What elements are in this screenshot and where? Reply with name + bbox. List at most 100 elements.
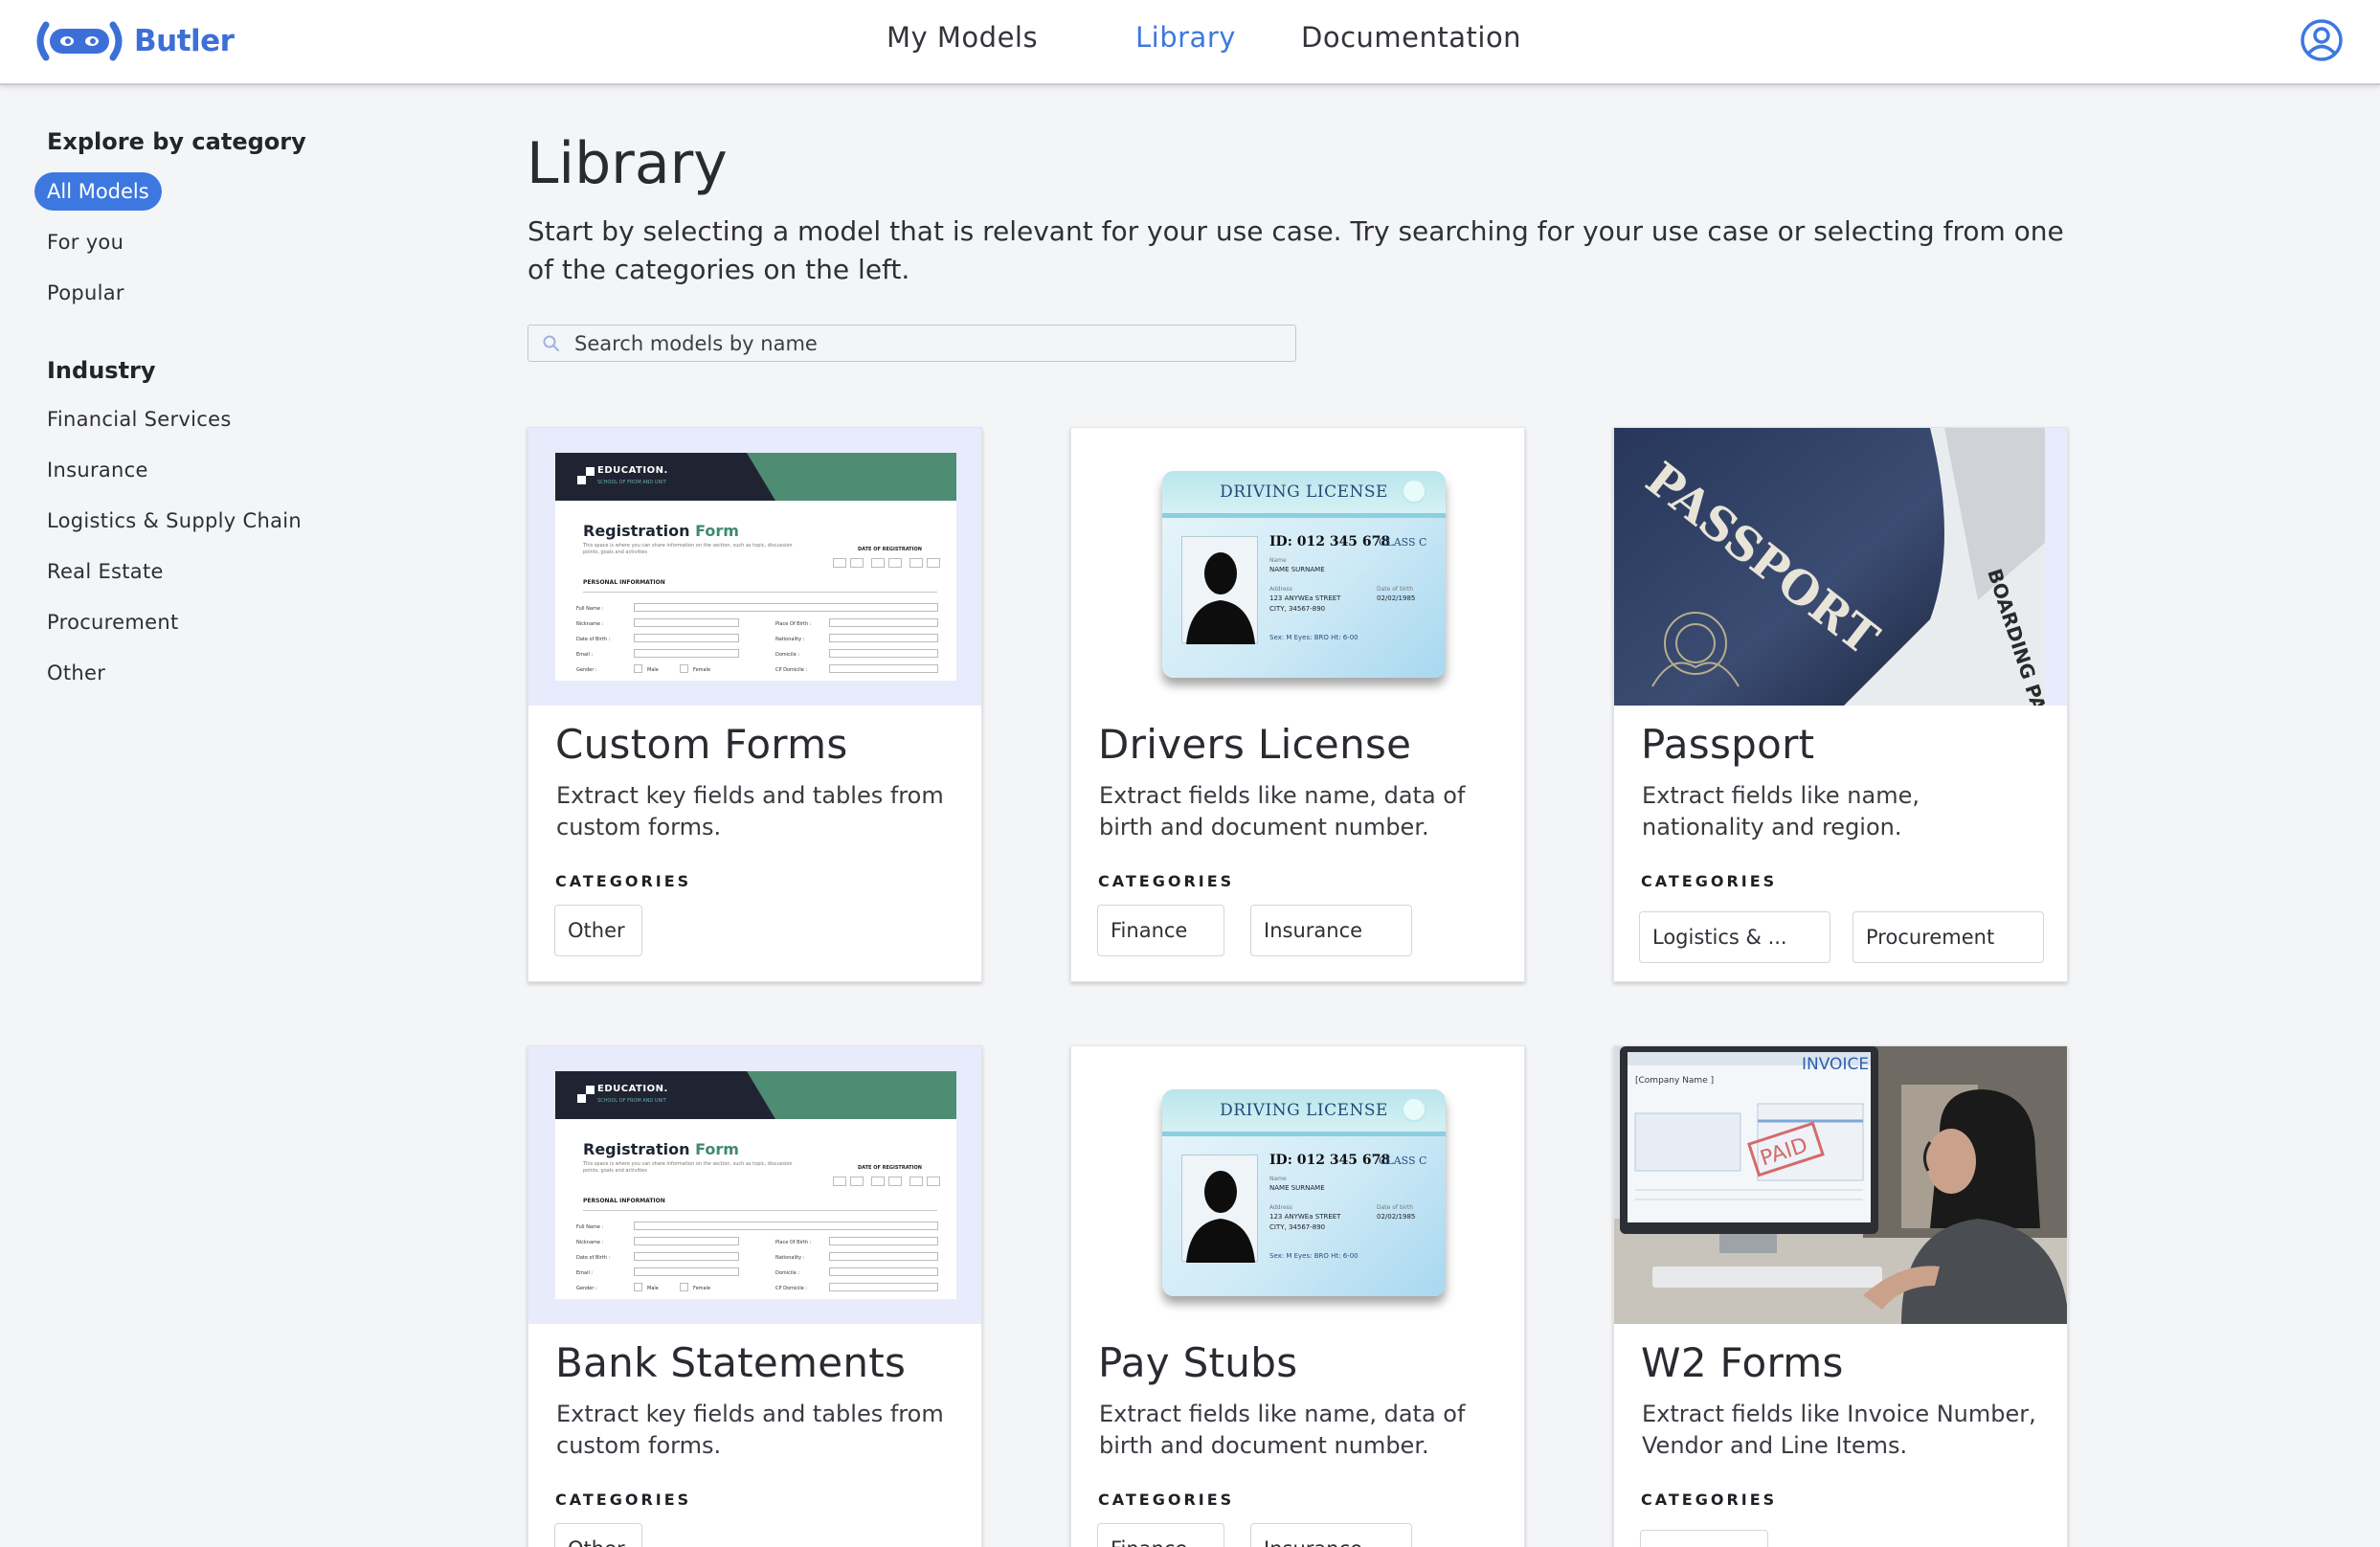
date-box: [888, 1177, 902, 1186]
field-box: [829, 649, 938, 658]
category-tag[interactable]: Finance: [1097, 905, 1224, 956]
butler-logo-icon: [36, 21, 123, 61]
model-card-pay-stubs[interactable]: DRIVING LICENSE ID: 012 345 678 CLASS C …: [1070, 1045, 1525, 1547]
license-seal-icon: [1402, 1097, 1426, 1122]
category-tag[interactable]: Insurance: [1250, 905, 1412, 956]
field-label: Nationality :: [775, 637, 805, 642]
sidebar-item-procurement[interactable]: Procurement: [47, 611, 178, 634]
form-section-title: PERSONAL INFORMATION: [583, 579, 665, 586]
nav-my-models[interactable]: My Models: [887, 21, 1038, 54]
section-divider: [583, 1210, 937, 1211]
option-label: Female: [693, 1286, 711, 1291]
license-address-2: CITY, 34567-890: [1269, 605, 1326, 613]
search-input[interactable]: [574, 331, 1283, 355]
form-title: Registration Form: [583, 522, 739, 540]
sidebar-item-logistics[interactable]: Logistics & Supply Chain: [47, 509, 302, 532]
category-tag[interactable]: Other: [554, 905, 642, 956]
option-label: Female: [693, 667, 711, 673]
sidebar-item-insurance[interactable]: Insurance: [47, 459, 148, 482]
date-box: [833, 558, 846, 568]
invoice-desk-photo: [Company Name ] INVOICE PAID: [1614, 1046, 2067, 1324]
checkbox-box: [680, 1283, 688, 1291]
nav-documentation[interactable]: Documentation: [1301, 21, 1521, 54]
category-tag[interactable]: Logistics & ...: [1639, 911, 1830, 963]
license-dob-label: Date of birth: [1377, 1204, 1414, 1211]
nav-library[interactable]: Library: [1135, 21, 1236, 54]
field-label: CP Domicile :: [775, 1286, 808, 1291]
section-divider: [583, 592, 937, 593]
model-card-bank-statements[interactable]: EDUCATION. SCHOOL OF FROM AND UNIT Regis…: [528, 1045, 982, 1547]
field-box: [829, 634, 938, 642]
field-label: Nickname :: [576, 1240, 604, 1245]
sidebar-item-all-models[interactable]: All Models: [34, 172, 162, 211]
account-button[interactable]: [2299, 17, 2345, 63]
category-tag[interactable]: Other: [554, 1523, 642, 1547]
card-description: Extract fields like name, nationality an…: [1642, 782, 1920, 841]
date-box: [850, 558, 864, 568]
field-box: [829, 618, 938, 627]
field-label: Date of Birth :: [576, 1255, 611, 1261]
card-description: Extract fields like Invoice Number, Vend…: [1642, 1401, 2036, 1459]
card-title: Drivers License: [1098, 721, 1412, 768]
model-card-w2-forms[interactable]: [Company Name ] INVOICE PAID W2 Forms Ex…: [1613, 1045, 2068, 1547]
driving-license-thumbnail: DRIVING LICENSE ID: 012 345 678 CLASS C …: [1162, 1089, 1446, 1296]
field-label: Full Name :: [576, 1224, 604, 1230]
sidebar-item-other[interactable]: Other: [47, 661, 105, 684]
form-header-subtitle: SCHOOL OF FROM AND UNIT: [597, 480, 666, 485]
date-box: [871, 558, 885, 568]
form-date-label: DATE OF REGISTRATION: [858, 1165, 922, 1171]
field-box: [829, 1252, 938, 1261]
model-card-custom-forms[interactable]: EDUCATION. SCHOOL OF FROM AND UNIT Regis…: [528, 427, 982, 982]
license-address-2: CITY, 34567-890: [1269, 1223, 1326, 1231]
field-label: Place Of Birth :: [775, 1240, 812, 1245]
license-strip: [1162, 1132, 1446, 1136]
card-title: Custom Forms: [555, 721, 848, 768]
sidebar-item-for-you[interactable]: For you: [47, 231, 123, 254]
butler-logo[interactable]: Butler: [33, 19, 235, 63]
form-title-a: Registration: [583, 522, 690, 540]
card-description: Extract fields like name, data of birth …: [1099, 1401, 1466, 1459]
card-categories-label: CATEGORIES: [1641, 1491, 1778, 1509]
category-tag[interactable]: [1640, 1530, 1768, 1547]
sidebar-item-financial-services[interactable]: Financial Services: [47, 408, 232, 431]
license-name: NAME SURNAME: [1269, 1184, 1325, 1192]
card-image-driving-license: DRIVING LICENSE ID: 012 345 678 CLASS C …: [1071, 1046, 1524, 1324]
license-class: CLASS C: [1379, 536, 1427, 549]
explore-by-category-heading: Explore by category: [47, 128, 306, 155]
person-silhouette-icon: [1186, 552, 1255, 644]
category-tag[interactable]: Finance: [1097, 1523, 1224, 1547]
field-box: [634, 634, 739, 642]
license-dob: 02/02/1985: [1377, 594, 1416, 602]
category-tag[interactable]: Procurement: [1852, 911, 2044, 963]
invoice-company: [Company Name ]: [1635, 1076, 1714, 1086]
field-label: Full Name :: [576, 606, 604, 612]
form-header-accent: [747, 1071, 956, 1119]
form-header-subtitle: SCHOOL OF FROM AND UNIT: [597, 1098, 666, 1104]
checkbox-box: [680, 664, 688, 673]
field-label: Place Of Birth :: [775, 621, 812, 627]
passport-photo: PASSPORT BOARDING PASS: [1614, 428, 2059, 706]
option-label: Male: [647, 667, 659, 673]
model-card-passport[interactable]: PASSPORT BOARDING PASS Passport Extract …: [1613, 427, 2068, 982]
industry-heading: Industry: [47, 357, 156, 384]
license-id: ID: 012 345 678: [1269, 1153, 1391, 1168]
card-image-registration-form: EDUCATION. SCHOOL OF FROM AND UNIT Regis…: [528, 428, 981, 706]
field-box: [634, 618, 739, 627]
sidebar-item-real-estate[interactable]: Real Estate: [47, 560, 164, 583]
license-extra: Sex: M Eyes: BRO Ht: 6-00: [1269, 634, 1358, 641]
date-box: [888, 558, 902, 568]
model-card-drivers-license[interactable]: DRIVING LICENSE ID: 012 345 678 CLASS C …: [1070, 427, 1525, 982]
search-icon: [543, 335, 559, 351]
field-label: Domicile :: [775, 1270, 800, 1276]
license-dob-label: Date of birth: [1377, 586, 1414, 593]
category-tag[interactable]: Insurance: [1250, 1523, 1412, 1547]
license-dob: 02/02/1985: [1377, 1213, 1416, 1221]
search-box[interactable]: [528, 325, 1296, 362]
field-label: CP Domicile :: [775, 667, 808, 673]
field-box: [829, 1283, 938, 1291]
field-label: Email :: [576, 1270, 594, 1276]
sidebar-item-popular[interactable]: Popular: [47, 281, 124, 304]
registration-form-thumbnail: EDUCATION. SCHOOL OF FROM AND UNIT Regis…: [555, 1071, 956, 1299]
date-box: [833, 1177, 846, 1186]
form-header-accent: [747, 453, 956, 501]
